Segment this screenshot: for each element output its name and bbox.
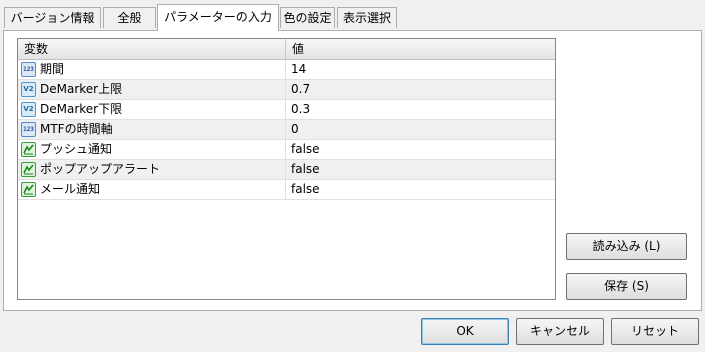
variable-value[interactable]: 0.7 — [286, 80, 555, 99]
tab-bar: バージョン情報 全般 パラメーターの入力 色の設定 表示選択 — [0, 0, 705, 31]
tab-version-info[interactable]: バージョン情報 — [4, 7, 101, 28]
table-row[interactable]: MTFの時間軸 0 — [18, 120, 555, 140]
tab-parameter-input[interactable]: パラメーターの入力 — [157, 4, 279, 31]
ok-button[interactable]: OK — [421, 318, 509, 345]
variable-value[interactable]: 0 — [286, 120, 555, 139]
grid-header: 変数 値 — [18, 39, 555, 60]
parameter-grid: 変数 値 期間 14 DeMarker上限 0.7 DeMarker下限 0.3… — [17, 38, 556, 300]
reset-button[interactable]: リセット — [611, 318, 699, 345]
table-row[interactable]: メール通知 false — [18, 180, 555, 200]
tab-general[interactable]: 全般 — [103, 7, 156, 28]
column-header-variable[interactable]: 変数 — [18, 39, 286, 59]
variable-value[interactable]: 14 — [286, 60, 555, 79]
variable-name: DeMarker下限 — [18, 100, 286, 119]
variable-value[interactable]: 0.3 — [286, 100, 555, 119]
variable-value[interactable]: false — [286, 180, 555, 199]
table-row[interactable]: 期間 14 — [18, 60, 555, 80]
tab-color-settings[interactable]: 色の設定 — [280, 7, 335, 28]
cancel-button[interactable]: キャンセル — [516, 318, 604, 345]
variable-value[interactable]: false — [286, 140, 555, 159]
table-row[interactable]: DeMarker上限 0.7 — [18, 80, 555, 100]
variable-name: MTFの時間軸 — [18, 120, 286, 139]
load-button[interactable]: 読み込み (L) — [566, 233, 687, 260]
table-row[interactable]: DeMarker下限 0.3 — [18, 100, 555, 120]
column-header-value[interactable]: 値 — [286, 39, 555, 59]
variable-value[interactable]: false — [286, 160, 555, 179]
variable-name: DeMarker上限 — [18, 80, 286, 99]
variable-name: メール通知 — [18, 180, 286, 199]
tab-display-selection[interactable]: 表示選択 — [337, 7, 397, 28]
save-button[interactable]: 保存 (S) — [566, 273, 687, 300]
variable-name: プッシュ通知 — [18, 140, 286, 159]
variable-name: 期間 — [18, 60, 286, 79]
variable-name: ポップアップアラート — [18, 160, 286, 179]
table-row[interactable]: ポップアップアラート false — [18, 160, 555, 180]
table-row[interactable]: プッシュ通知 false — [18, 140, 555, 160]
